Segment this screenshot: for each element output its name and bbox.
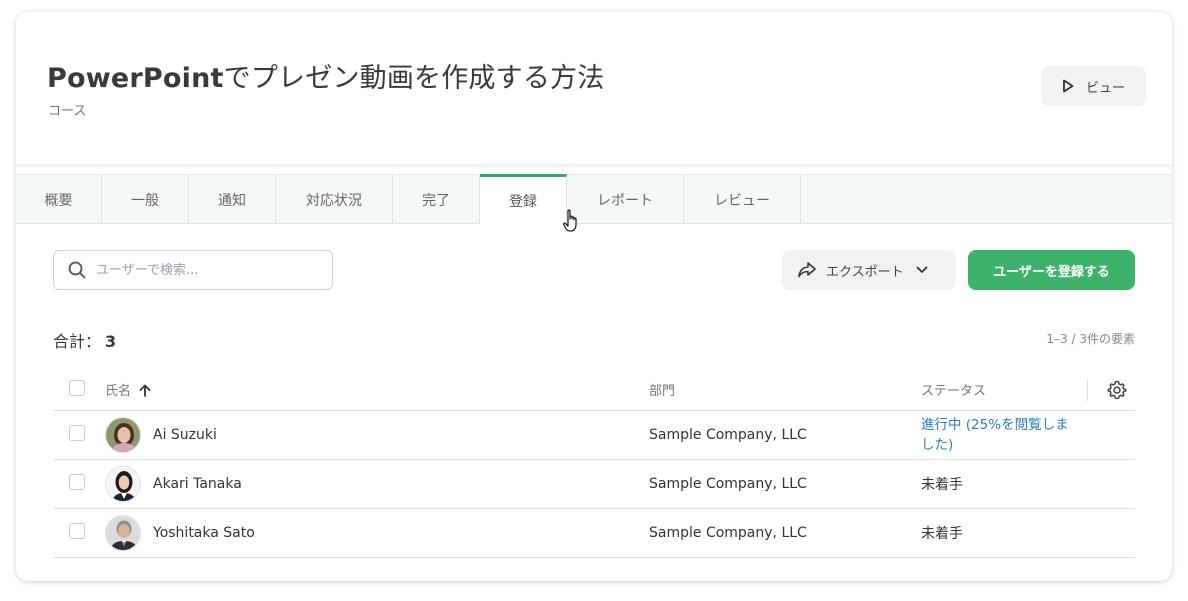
tab-review[interactable]: レビュー (684, 175, 801, 224)
register-user-button[interactable]: ユーザーを登録する (968, 250, 1135, 290)
select-all-cell (53, 370, 105, 411)
avatar (105, 416, 141, 453)
enrollment-table: 氏名 部門 ステータス Ai Suzuki Sample Company, LL… (53, 370, 1135, 558)
view-button[interactable]: ビュー (1041, 66, 1146, 106)
share-icon (798, 262, 816, 278)
tab-response-status[interactable]: 対応状況 (276, 175, 393, 224)
row-checkbox[interactable] (69, 424, 85, 441)
user-name[interactable]: Yoshitaka Sato (153, 525, 255, 541)
tab-enrollment[interactable]: 登録 (480, 174, 567, 224)
table-row[interactable]: Akari Tanaka Sample Company, LLC 未着手 (53, 459, 1135, 509)
name-cell: Akari Tanaka (105, 459, 649, 509)
view-button-label: ビュー (1085, 80, 1125, 96)
total-count: 合計： 3 (53, 328, 116, 352)
column-header-department[interactable]: 部門 (649, 370, 921, 411)
tab-notifications[interactable]: 通知 (189, 175, 276, 224)
tab-general[interactable]: 一般 (102, 175, 189, 224)
user-name[interactable]: Akari Tanaka (153, 476, 242, 492)
row-checkbox[interactable] (69, 473, 85, 490)
user-search[interactable] (53, 250, 333, 290)
row-checkbox-cell (53, 459, 105, 509)
status-cell: 未着手 (921, 508, 1135, 558)
tab-completion[interactable]: 完了 (393, 175, 480, 224)
row-checkbox-cell (53, 508, 105, 558)
search-icon (68, 261, 86, 279)
hand-cursor-icon (563, 209, 577, 232)
course-header: PowerPointでプレゼン動画を作成する方法 コース ビュー (16, 12, 1172, 164)
table-row[interactable]: Yoshitaka Sato Sample Company, LLC 未着手 (53, 508, 1135, 558)
user-name[interactable]: Ai Suzuki (153, 427, 217, 443)
total-label: 合計： (53, 332, 102, 351)
row-checkbox-cell (53, 410, 105, 460)
department-cell: Sample Company, LLC (649, 410, 921, 460)
table-header-row: 氏名 部門 ステータス (53, 370, 1135, 411)
column-header-status[interactable]: ステータス (921, 370, 1079, 411)
chevron-down-icon (916, 266, 928, 273)
select-all-checkbox[interactable] (69, 379, 85, 396)
status-cell: 未着手 (921, 459, 1135, 509)
course-type-label: コース (48, 104, 87, 119)
column-header-name[interactable]: 氏名 (105, 370, 649, 411)
gear-icon[interactable] (1107, 380, 1127, 400)
row-checkbox[interactable] (69, 522, 85, 539)
page-title: PowerPointでプレゼン動画を作成する方法 (47, 63, 605, 94)
department-cell: Sample Company, LLC (649, 459, 921, 509)
play-icon (1063, 79, 1074, 93)
column-settings-cell (1079, 370, 1135, 411)
total-value: 3 (105, 332, 117, 351)
tab-overview[interactable]: 概要 (16, 175, 102, 224)
pagination-range: 1–3 / 3件の要素 (1046, 332, 1135, 346)
tab-bar: 概要 一般 通知 対応状況 完了 登録 レポート レビュー (16, 174, 1172, 224)
export-button[interactable]: エクスポート (782, 250, 956, 290)
name-cell: Ai Suzuki (105, 410, 649, 460)
name-cell: Yoshitaka Sato (105, 508, 649, 558)
search-input[interactable] (96, 262, 316, 278)
avatar (105, 514, 141, 551)
course-card: PowerPointでプレゼン動画を作成する方法 コース ビュー 概要 一般 通… (16, 12, 1172, 581)
column-name-label: 氏名 (105, 384, 132, 400)
sort-ascending-icon (139, 384, 151, 398)
status-link[interactable]: 進行中 (25%を閲覧しました) (921, 415, 1071, 455)
status-cell: 進行中 (25%を閲覧しました) (921, 410, 1135, 460)
export-button-label: エクスポート (826, 264, 904, 280)
department-cell: Sample Company, LLC (649, 508, 921, 558)
avatar (105, 465, 141, 502)
tab-report[interactable]: レポート (567, 175, 684, 224)
table-row[interactable]: Ai Suzuki Sample Company, LLC 進行中 (25%を閲… (53, 410, 1135, 460)
column-divider (1087, 378, 1089, 401)
